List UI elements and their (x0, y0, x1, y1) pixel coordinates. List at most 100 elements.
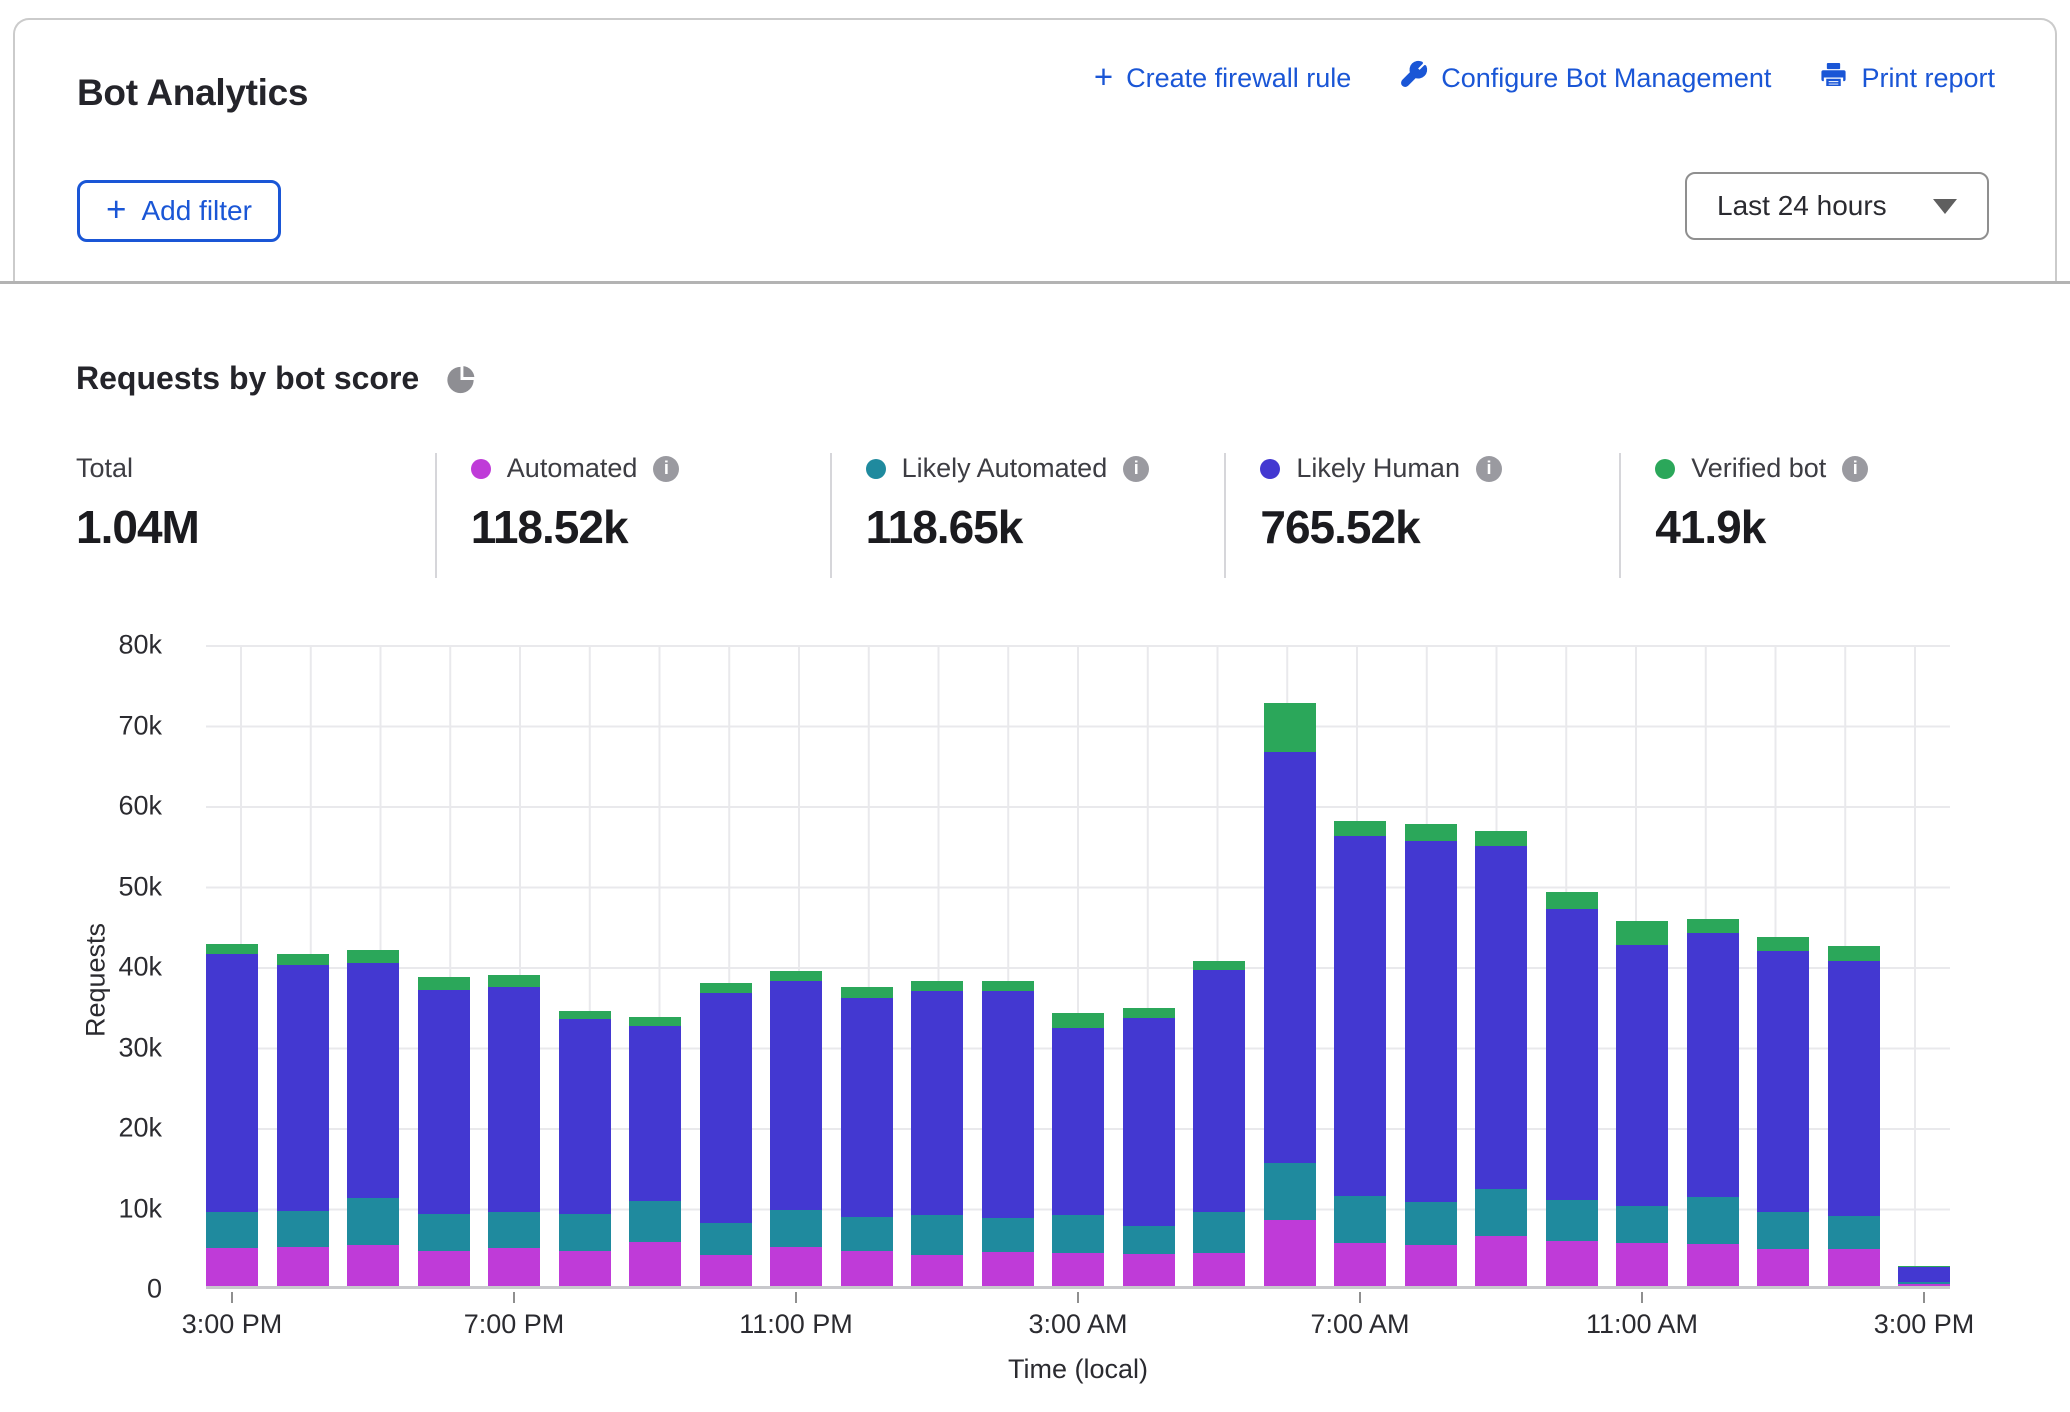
info-icon[interactable]: i (653, 456, 679, 482)
chart-bar[interactable] (277, 645, 329, 1286)
x-tick-label: 3:00 AM (1028, 1309, 1127, 1340)
bar-segment-automated (1334, 1243, 1386, 1286)
chart-bar[interactable] (1123, 645, 1175, 1286)
y-axis-ticks: 010k20k30k40k50k60k70k80k (0, 645, 162, 1289)
stat-verified-bot: Verified bot i 41.9k (1619, 453, 2014, 578)
chart-bar[interactable] (629, 645, 681, 1286)
bar-segment-likely-human (418, 990, 470, 1215)
bar-segment-likely-human (841, 998, 893, 1217)
x-tick-mark (513, 1292, 515, 1303)
x-tick-label: 11:00 AM (1586, 1309, 1698, 1340)
chevron-down-icon (1933, 199, 1957, 214)
chart-bar[interactable] (1687, 645, 1739, 1286)
x-tick-mark (1923, 1292, 1925, 1303)
y-tick-label: 80k (118, 630, 162, 661)
bar-segment-automated (1828, 1249, 1880, 1286)
bar-segment-likely-automated (488, 1212, 540, 1248)
bar-segment-likely-human (1264, 752, 1316, 1163)
bar-segment-likely-human (770, 981, 822, 1210)
add-filter-button[interactable]: + Add filter (77, 180, 281, 242)
printer-icon (1819, 60, 1848, 96)
bar-segment-likely-human (1123, 1018, 1175, 1226)
bar-segment-likely-automated (1616, 1206, 1668, 1243)
info-icon[interactable]: i (1123, 456, 1149, 482)
bar-segment-verified-bot (277, 954, 329, 964)
chart-bar[interactable] (982, 645, 1034, 1286)
chart-bar[interactable] (770, 645, 822, 1286)
page-title: Bot Analytics (77, 72, 308, 114)
bar-segment-likely-automated (1757, 1212, 1809, 1249)
chart-bar[interactable] (1264, 645, 1316, 1286)
chart-bar[interactable] (559, 645, 611, 1286)
x-tick-label: 7:00 AM (1310, 1309, 1409, 1340)
bar-segment-likely-automated (206, 1212, 258, 1248)
bar-segment-automated (700, 1255, 752, 1286)
stat-automated: Automated i 118.52k (435, 453, 830, 578)
bar-segment-automated (911, 1255, 963, 1286)
bar-segment-automated (559, 1251, 611, 1286)
chart-bar[interactable] (206, 645, 258, 1286)
chart-bar[interactable] (418, 645, 470, 1286)
bar-segment-verified-bot (1123, 1008, 1175, 1018)
plot-area (206, 645, 1950, 1289)
bar-segment-likely-human (1687, 933, 1739, 1197)
bar-segment-verified-bot (1828, 946, 1880, 961)
configure-bot-management-link[interactable]: Configure Bot Management (1399, 60, 1771, 96)
bars (206, 645, 1950, 1286)
y-tick-label: 70k (118, 710, 162, 741)
likely-human-dot (1260, 459, 1280, 479)
stat-total-value: 1.04M (76, 500, 435, 554)
chart-bar[interactable] (488, 645, 540, 1286)
stat-automated-label: Automated (507, 453, 638, 484)
chart-bar[interactable] (1475, 645, 1527, 1286)
bar-segment-automated (1405, 1245, 1457, 1286)
x-axis-ticks: 3:00 PM7:00 PM11:00 PM3:00 AM7:00 AM11:0… (206, 1289, 1950, 1349)
x-tick-mark (1077, 1292, 1079, 1303)
chart-bar[interactable] (1546, 645, 1598, 1286)
print-report-link[interactable]: Print report (1819, 60, 1995, 96)
info-icon[interactable]: i (1842, 456, 1868, 482)
bar-segment-automated (277, 1247, 329, 1286)
bar-segment-likely-automated (1264, 1163, 1316, 1220)
chart-bar[interactable] (1616, 645, 1668, 1286)
bar-segment-verified-bot (488, 975, 540, 987)
chart-bar[interactable] (1828, 645, 1880, 1286)
chart-bar[interactable] (1052, 645, 1104, 1286)
stat-total-label: Total (76, 453, 133, 484)
bar-segment-verified-bot (1405, 824, 1457, 841)
bar-segment-likely-automated (347, 1198, 399, 1245)
bar-segment-verified-bot (911, 981, 963, 991)
section-divider (0, 281, 2070, 284)
stat-verified-bot-value: 41.9k (1655, 500, 2014, 554)
stat-verified-bot-label: Verified bot (1691, 453, 1826, 484)
time-range-select[interactable]: Last 24 hours (1685, 172, 1989, 240)
section-title: Requests by bot score (76, 360, 419, 397)
bar-segment-likely-human (277, 965, 329, 1211)
chart-bar[interactable] (1334, 645, 1386, 1286)
bar-segment-likely-human (1475, 846, 1527, 1188)
y-tick-label: 30k (118, 1032, 162, 1063)
x-tick-mark (231, 1292, 233, 1303)
chart-bar[interactable] (1405, 645, 1457, 1286)
stat-automated-value: 118.52k (471, 500, 830, 554)
y-tick-label: 0 (147, 1274, 162, 1305)
info-icon[interactable]: i (1476, 456, 1502, 482)
bar-segment-likely-automated (629, 1201, 681, 1241)
bar-segment-verified-bot (700, 983, 752, 993)
create-firewall-rule-link[interactable]: + Create firewall rule (1094, 63, 1351, 94)
bar-segment-verified-bot (1475, 831, 1527, 846)
chart-bar[interactable] (1898, 645, 1950, 1286)
bar-segment-automated (1052, 1253, 1104, 1286)
bar-segment-automated (418, 1251, 470, 1286)
create-firewall-rule-label: Create firewall rule (1126, 63, 1351, 94)
chart-bar[interactable] (911, 645, 963, 1286)
chart-bar[interactable] (841, 645, 893, 1286)
chart-bar[interactable] (347, 645, 399, 1286)
chart-bar[interactable] (1193, 645, 1245, 1286)
bar-segment-likely-automated (841, 1217, 893, 1252)
bar-segment-likely-human (559, 1019, 611, 1214)
bar-segment-likely-automated (277, 1211, 329, 1247)
chart-bar[interactable] (700, 645, 752, 1286)
bar-segment-verified-bot (1334, 821, 1386, 836)
chart-bar[interactable] (1757, 645, 1809, 1286)
